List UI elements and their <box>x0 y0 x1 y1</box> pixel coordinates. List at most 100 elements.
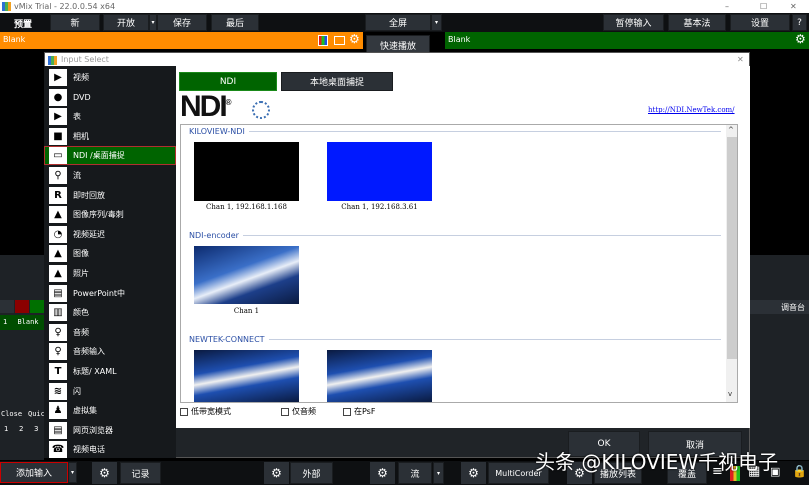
help-button[interactable]: ? <box>792 14 807 31</box>
external-button[interactable]: 外部 <box>290 462 333 484</box>
mixer-header[interactable]: 调音台 <box>750 300 809 314</box>
ndi-source-thumb[interactable] <box>194 246 299 304</box>
gear-icon[interactable]: ⚙ <box>349 32 360 46</box>
dialog-close-button[interactable]: ✕ <box>737 53 744 67</box>
category-item[interactable]: T 标题/ XAML <box>44 362 176 381</box>
ndi-source-thumb[interactable] <box>327 142 432 201</box>
open-button[interactable]: 开放 <box>103 14 149 31</box>
category-icon: ♀ <box>49 343 67 361</box>
ndi-source-thumb[interactable] <box>194 142 299 201</box>
category-item[interactable]: ♀ 音频输入 <box>44 342 176 361</box>
stream-dropdown[interactable]: ▾ <box>433 462 444 484</box>
newtek-link[interactable]: http://NDI.NewTek.com/ <box>648 106 735 114</box>
scrollbar-thumb[interactable] <box>727 137 737 359</box>
quick-1[interactable]: 1 <box>4 425 8 433</box>
input-slot <box>0 300 14 313</box>
last-button[interactable]: 最后 <box>211 14 259 31</box>
category-item[interactable]: ⚲ 流 <box>44 166 176 185</box>
category-item[interactable]: ▶ 表 <box>44 107 176 126</box>
category-item[interactable]: ▲ 图像 <box>44 244 176 263</box>
maximize-button[interactable]: ☐ <box>760 0 767 13</box>
color-bars-icon[interactable] <box>318 35 328 46</box>
category-icon: ▭ <box>49 147 67 165</box>
ndi-source-thumb[interactable] <box>327 350 432 402</box>
category-item[interactable]: ▭ NDI /桌面捕捉 <box>44 146 176 166</box>
basic-button[interactable]: 基本法 <box>668 14 726 31</box>
fullscreen-dropdown[interactable]: ▾ <box>431 14 442 31</box>
external-settings-gear-icon[interactable]: ⚙ <box>264 462 289 484</box>
save-button[interactable]: 保存 <box>157 14 207 31</box>
tab-desktop-capture[interactable]: 本地桌面捕捉 <box>281 72 393 91</box>
preview-label: Blank <box>3 35 26 44</box>
loading-spinner-icon <box>252 101 270 119</box>
preset-label: 预置 <box>14 20 33 30</box>
category-item[interactable]: ● DVD <box>44 88 176 107</box>
category-label: 图像序列/毒刺 <box>73 210 124 220</box>
category-label: 网页浏览器 <box>73 425 113 435</box>
add-input-button[interactable]: 添加输入 <box>0 462 68 483</box>
add-input-dropdown[interactable]: ▾ <box>68 462 77 483</box>
ndi-source-thumb[interactable] <box>194 350 299 402</box>
quick-2[interactable]: 2 <box>19 425 23 433</box>
category-item[interactable]: ♟ 虚拟集 <box>44 401 176 420</box>
category-item[interactable]: ▤ 网页浏览器 <box>44 421 176 440</box>
category-icon: ◔ <box>49 225 67 243</box>
category-icon: ▤ <box>49 284 67 302</box>
checkbox[interactable] <box>180 407 188 416</box>
section-ndi-encoder: NDI-encoder <box>189 231 721 240</box>
record-settings-gear-icon[interactable]: ⚙ <box>92 462 117 484</box>
category-item[interactable]: ▲ 照片 <box>44 264 176 283</box>
category-item[interactable]: ≋ 闪 <box>44 382 176 401</box>
category-item[interactable]: ▥ 颜色 <box>44 303 176 322</box>
category-item[interactable]: ▲ 图像序列/毒刺 <box>44 205 176 224</box>
open-dropdown[interactable]: ▾ <box>149 14 157 31</box>
category-label: 表 <box>73 112 81 122</box>
preview-bar: Blank ⚙ <box>0 32 363 49</box>
scroll-up-icon[interactable]: ^ <box>728 126 734 134</box>
category-item[interactable]: ♀ 音频 <box>44 323 176 342</box>
close-window-button[interactable]: ✕ <box>790 0 797 13</box>
new-button[interactable]: 新 <box>50 14 100 31</box>
pause-input-button[interactable]: 暂停输入 <box>603 14 664 31</box>
gear-icon[interactable]: ⚙ <box>795 32 806 46</box>
checkbox[interactable] <box>281 407 289 416</box>
psf-checkbox[interactable]: 在PsF <box>343 406 375 417</box>
category-label: 流 <box>73 171 81 180</box>
category-item[interactable]: ▤ PowerPoint中 <box>44 284 176 303</box>
category-item[interactable]: ◔ 视频延迟 <box>44 225 176 244</box>
category-item[interactable]: R 即时回放 <box>44 186 176 205</box>
inputs-area: 1 Blank Close Quic 1 2 3 <box>0 255 45 460</box>
category-item[interactable]: ☎ 视频电话 <box>44 440 176 459</box>
ndi-logo-text: NDI <box>180 90 228 123</box>
category-label: 图像 <box>73 249 89 259</box>
category-label: 即时回放 <box>73 190 105 200</box>
stream-button[interactable]: 流 <box>398 462 432 484</box>
stream-settings-gear-icon[interactable]: ⚙ <box>370 462 395 484</box>
minimize-button[interactable]: – <box>725 0 729 13</box>
category-label: PowerPoint中 <box>73 288 126 298</box>
tab-ndi[interactable]: NDI <box>179 72 277 91</box>
category-item[interactable]: ▶ 视频 <box>44 68 176 87</box>
dialog-title-bar: Input Select ✕ <box>45 53 749 67</box>
input-blank[interactable]: 1 Blank <box>0 315 44 330</box>
audio-only-checkbox[interactable]: 仅音频 <box>281 406 316 417</box>
window-title: vMix Trial - 22.0.0.54 x64 <box>14 2 116 11</box>
quick-button[interactable]: Quic <box>28 410 45 418</box>
low-bandwidth-checkbox[interactable]: 低带宽模式 <box>180 406 231 417</box>
multicorder-settings-gear-icon[interactable]: ⚙ <box>461 462 486 484</box>
category-icon: ■ <box>49 127 67 145</box>
checkbox[interactable] <box>343 407 351 416</box>
category-item[interactable]: ■ 相机 <box>44 127 176 146</box>
quick-3[interactable]: 3 <box>34 425 38 433</box>
close-button[interactable]: Close <box>1 410 22 418</box>
settings-button[interactable]: 设置 <box>730 14 790 31</box>
scrollbar[interactable]: ^ v <box>726 125 737 402</box>
input-name: Blank <box>17 318 39 326</box>
scroll-down-icon[interactable]: v <box>728 390 732 398</box>
record-button[interactable]: 记录 <box>120 462 161 484</box>
frame-icon[interactable] <box>334 36 345 45</box>
lock-icon[interactable]: 🔒 <box>792 464 807 478</box>
fullscreen-button[interactable]: 全屏 <box>365 14 431 31</box>
ndi-logo: NDI® <box>180 90 232 123</box>
category-icon: ● <box>49 88 67 106</box>
